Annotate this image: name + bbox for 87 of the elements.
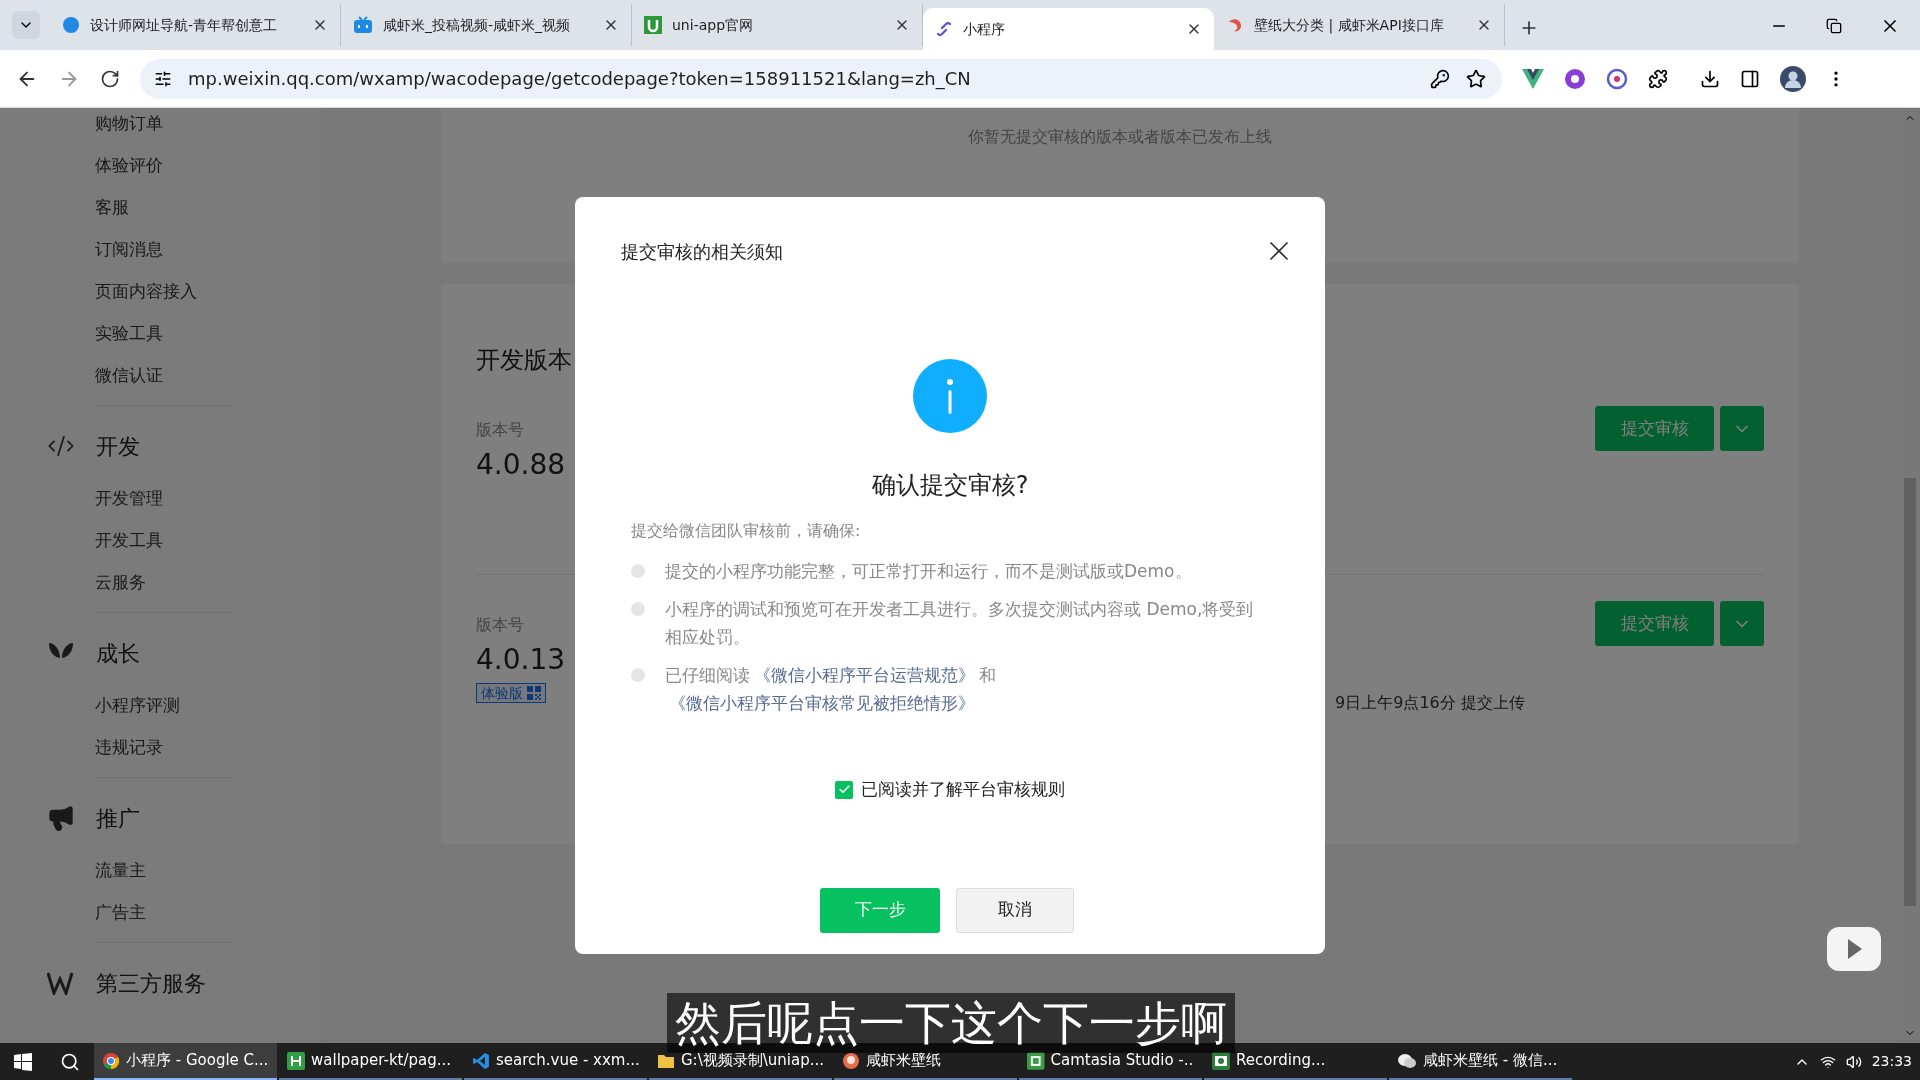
- sidebar-section[interactable]: 第三方服务: [96, 966, 206, 1000]
- site-info-icon[interactable]: [154, 69, 172, 88]
- extensions-icon[interactable]: [1648, 68, 1668, 89]
- scrollbar[interactable]: [1900, 108, 1920, 1043]
- tab-title: 壁纸大分类 | 咸虾米API接口库: [1254, 15, 1445, 36]
- volume-icon[interactable]: [1845, 1053, 1862, 1070]
- sidebar-item[interactable]: 页面内容接入: [95, 279, 197, 305]
- sidebar-item[interactable]: 订阅消息: [95, 237, 163, 263]
- app-icon: [287, 1051, 305, 1070]
- sidebar-section[interactable]: 成长: [96, 636, 140, 670]
- search-icon[interactable]: [60, 1051, 80, 1072]
- extension-icon[interactable]: [1606, 67, 1628, 90]
- bullet-text: 小程序的调试和预览可在开发者工具进行。多次提交测试内容或 Demo,将受到相应处罚。: [665, 598, 1255, 649]
- sidebar-item[interactable]: 开发工具: [95, 528, 163, 554]
- browser-tab[interactable]: 咸虾米_投稿视频-咸虾米_视频: [341, 4, 632, 46]
- square-icon: [644, 16, 662, 34]
- windows-start-icon[interactable]: [14, 1052, 32, 1071]
- section-title: 开发版本: [476, 345, 573, 376]
- download-icon[interactable]: [1700, 68, 1720, 89]
- sidebar-item[interactable]: 流量主: [95, 858, 146, 884]
- next-step-button[interactable]: 下一步: [820, 887, 940, 933]
- sidebar-item[interactable]: 广告主: [95, 900, 146, 926]
- profile-avatar-icon[interactable]: [1780, 65, 1806, 92]
- side-panel-icon[interactable]: [1740, 68, 1760, 89]
- version-number: 4.0.13: [476, 642, 566, 678]
- v-logo-icon[interactable]: [1522, 68, 1544, 89]
- qr-code-icon: [527, 686, 541, 700]
- subtitle: 然后呢点一下这个下一步啊: [667, 993, 1235, 1053]
- sidebar-item[interactable]: 开发管理: [95, 486, 163, 512]
- chrome-icon: [102, 1051, 120, 1070]
- taskbar-item[interactable]: search.vue - xxm...: [464, 1043, 647, 1080]
- tab-title: 咸虾米_投稿视频-咸虾米_视频: [383, 15, 572, 35]
- folder-icon: [657, 1052, 675, 1069]
- browser-tab[interactable]: 小程序: [923, 8, 1214, 50]
- taskbar-item[interactable]: 咸虾米壁纸 - 微信...: [1389, 1043, 1572, 1080]
- link-icon: [935, 20, 953, 38]
- recording-icon: [1212, 1051, 1230, 1070]
- version-label: 版本号: [476, 614, 524, 636]
- restore-icon[interactable]: [1826, 18, 1842, 34]
- sidebar-item[interactable]: 客服: [95, 195, 129, 221]
- taskbar-item[interactable]: wallpaper-kt/pag...: [279, 1043, 462, 1080]
- rules-link[interactable]: 《微信小程序平台审核常见被拒绝情形》: [669, 693, 975, 713]
- key-icon[interactable]: [1430, 68, 1450, 89]
- url-text: mp.weixin.qq.com/wxamp/wacodepage/getcodepage?token=158911521&lang=zh_CN: [188, 67, 972, 92]
- code-editor-icon: [472, 1051, 490, 1070]
- address-bar[interactable]: mp.weixin.qq.com/wxamp/wacodepage/getcodepage?token=158911521&lang=zh_CN: [140, 58, 1502, 99]
- info-icon: [913, 359, 987, 433]
- cancel-button[interactable]: 取消: [956, 887, 1074, 933]
- sidebar-item[interactable]: 微信认证: [95, 363, 163, 389]
- camtasia-icon: [1027, 1051, 1045, 1070]
- tab-list-button[interactable]: [12, 11, 40, 39]
- dialog-heading: 确认提交审核?: [871, 470, 1029, 501]
- bookmark-star-icon[interactable]: [1466, 68, 1486, 89]
- browser-tab[interactable]: 设计师网址导航-青年帮创意工: [50, 4, 341, 46]
- browser-tab[interactable]: 壁纸大分类 | 咸虾米API接口库: [1214, 4, 1505, 46]
- sidebar-item[interactable]: 小程序评测: [95, 693, 180, 719]
- sidebar-item[interactable]: 实验工具: [95, 321, 163, 347]
- extension-icon[interactable]: [1564, 67, 1586, 90]
- browser-tab[interactable]: uni-app官网: [632, 4, 923, 46]
- scrollbar-thumb[interactable]: [1904, 478, 1916, 906]
- sidebar-item[interactable]: 体验评价: [95, 153, 163, 179]
- circle-icon: [62, 16, 80, 34]
- sidebar-item[interactable]: 购物订单: [95, 111, 163, 137]
- sidebar-section[interactable]: 开发: [96, 429, 140, 463]
- sidebar-item[interactable]: 违规记录: [95, 735, 163, 761]
- bullet-text: 提交的小程序功能完整，可正常打开和运行，而不是测试版或Demo。: [665, 560, 1193, 583]
- checkbox-label[interactable]: 已阅读并了解平台审核规则: [861, 777, 1065, 803]
- tv-icon: [353, 16, 373, 34]
- taskbar-item[interactable]: 小程序 - Google C...: [94, 1043, 277, 1080]
- clock-text[interactable]: 23:33: [1871, 1051, 1912, 1072]
- version-label: 版本号: [476, 419, 524, 441]
- sidebar-section[interactable]: 推广: [96, 801, 140, 835]
- version-number: 4.0.88: [476, 447, 566, 483]
- sidebar-item[interactable]: 云服务: [95, 570, 146, 596]
- chat-icon: [1397, 1051, 1417, 1070]
- agree-checkbox[interactable]: [835, 780, 853, 799]
- intro-text: 提交给微信团队审核前，请确保:: [631, 520, 862, 542]
- megaphone-icon: [47, 804, 75, 832]
- reload-icon[interactable]: [100, 68, 120, 89]
- upload-info: 9日上午9点16分 提交上传: [1335, 692, 1525, 714]
- version-tag: 体验版: [476, 683, 546, 703]
- bullet-text: 已仔细阅读 《微信小程序平台运营规范》 和 《微信小程序平台审核常见被拒绝情形》: [665, 664, 997, 715]
- tab-title: 小程序: [963, 19, 1006, 39]
- tab-title: 设计师网址导航-青年帮创意工: [90, 15, 279, 35]
- rules-link[interactable]: 《微信小程序平台运营规范》: [754, 665, 975, 685]
- dialog-title: 提交审核的相关须知: [621, 239, 783, 264]
- tab-title: uni-app官网: [672, 15, 755, 35]
